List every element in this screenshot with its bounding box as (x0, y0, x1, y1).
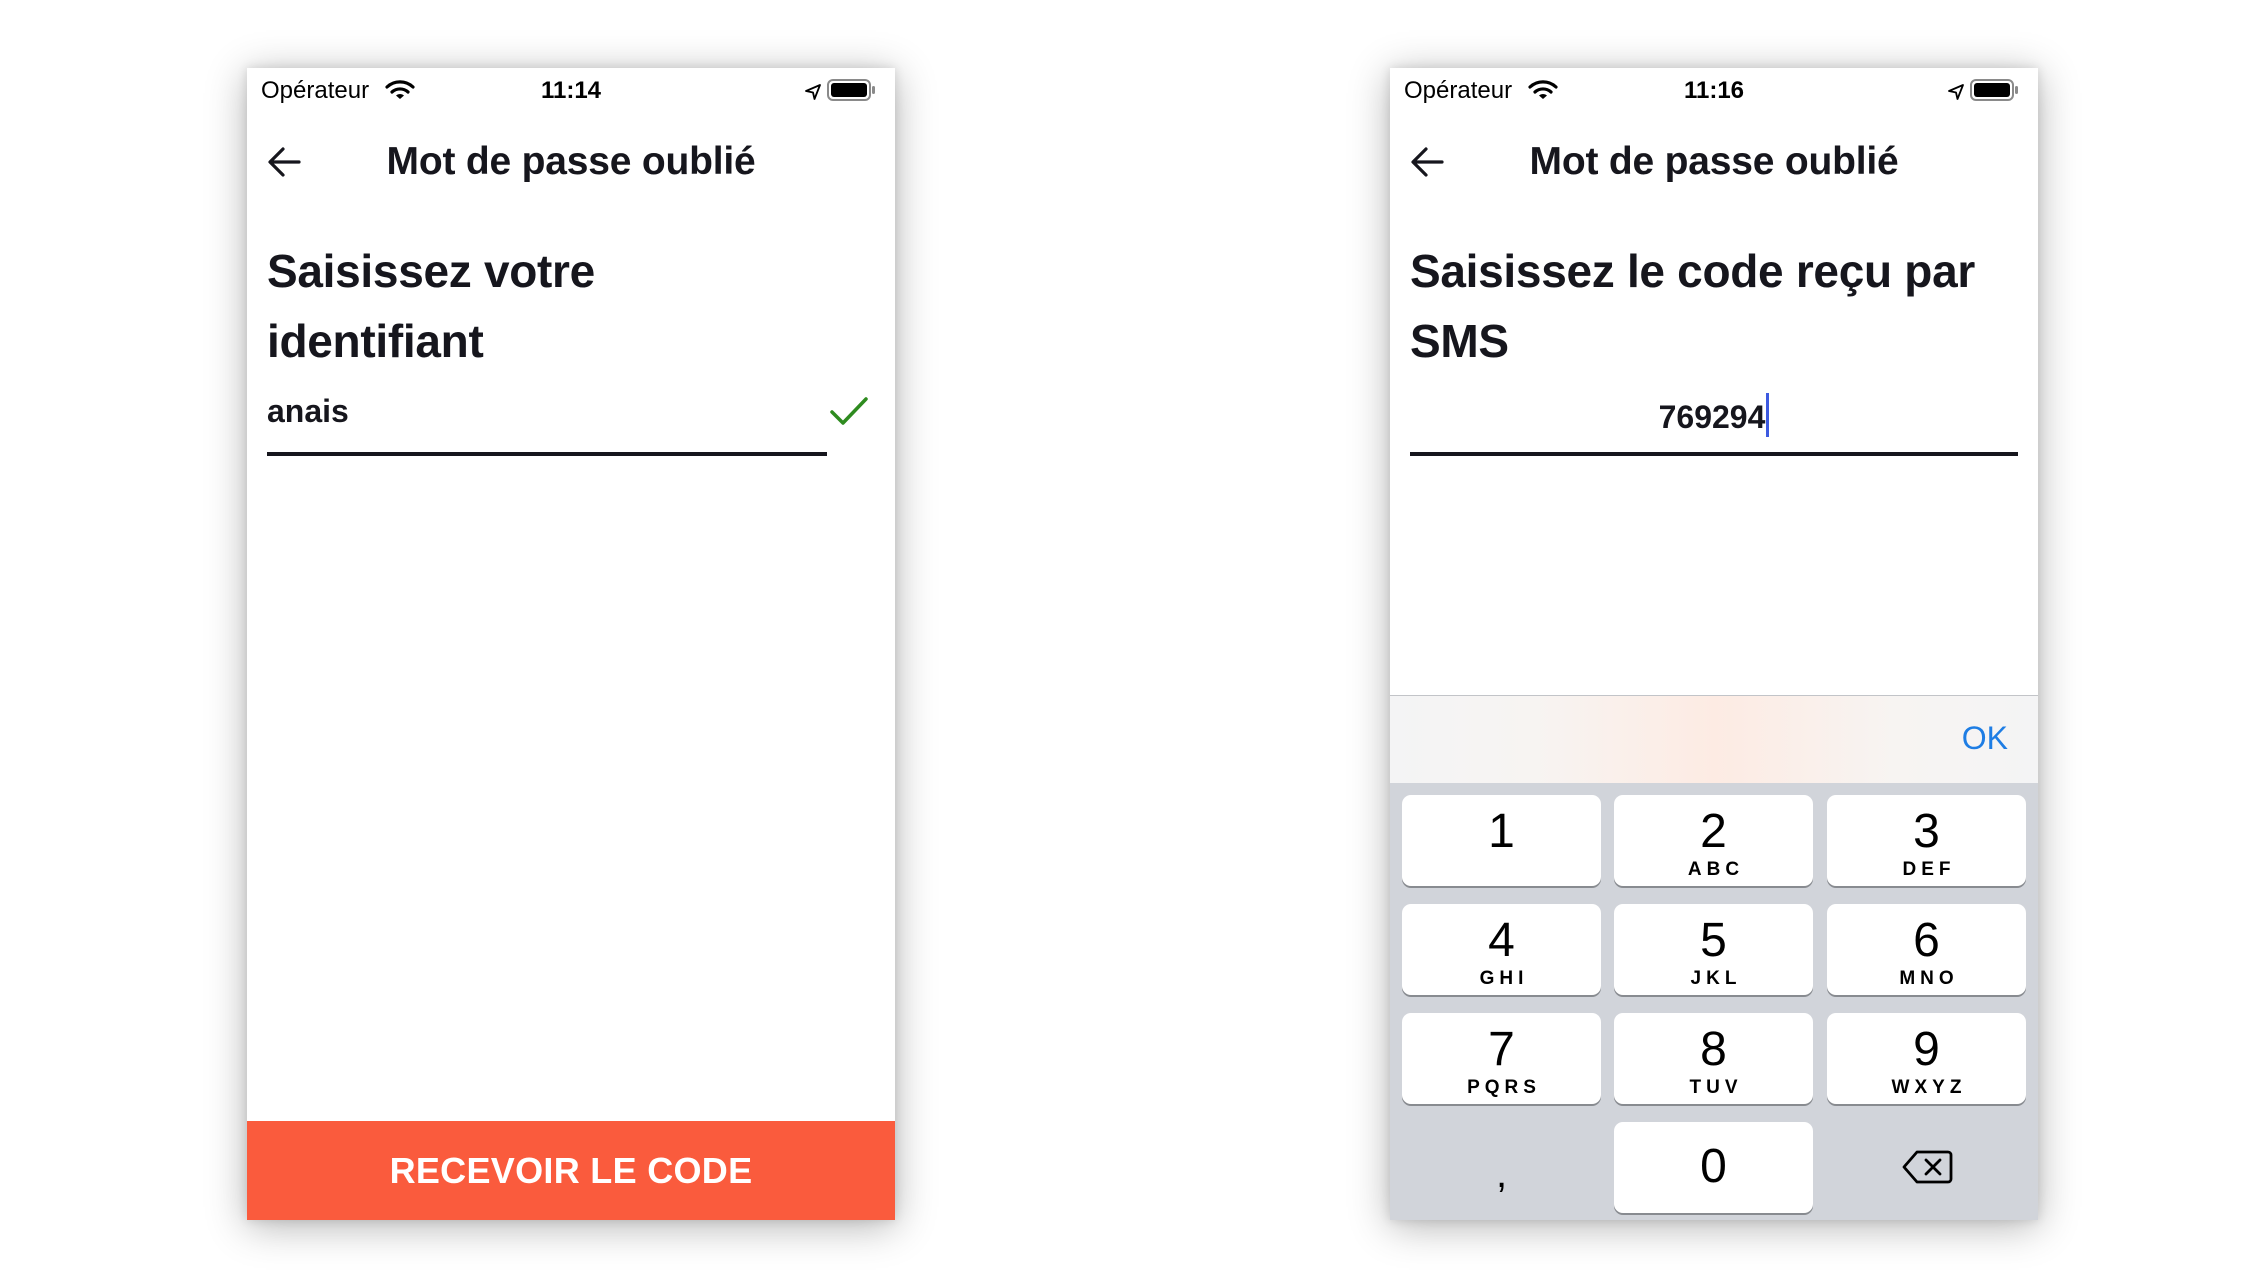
key-letters: JKL (1690, 968, 1742, 989)
key-3[interactable]: 3 DEF (1827, 795, 2026, 886)
key-comma[interactable]: , (1402, 1122, 1601, 1213)
numeric-keyboard: OK 1 2 ABC 3 DEF 4 GHI 5 JKL 6 MNO 7 PQR… (1390, 695, 2038, 1220)
page-title: Mot de passe oublié (386, 140, 756, 183)
location-arrow-icon (804, 80, 822, 108)
battery-icon (827, 78, 877, 109)
key-digit: , (1495, 1152, 1508, 1196)
key-letters: PQRS (1467, 1077, 1541, 1098)
sms-code-value: 769294 (1658, 399, 1766, 435)
step-heading-line2: SMS (1410, 315, 1509, 367)
status-bar: Opérateur 11:16 (1390, 68, 2038, 112)
key-digit: 1 (1488, 805, 1515, 858)
key-digit: 2 (1700, 805, 1727, 858)
key-2[interactable]: 2 ABC (1614, 795, 1813, 886)
sms-code-input-underline (1410, 452, 2018, 456)
key-letters: GHI (1479, 968, 1529, 989)
receive-code-button[interactable]: RECEVOIR LE CODE (247, 1121, 895, 1220)
key-7[interactable]: 7 PQRS (1402, 1013, 1601, 1104)
battery-icon (1970, 78, 2020, 109)
keyboard-accessory-bar: OK (1390, 695, 2038, 783)
key-digit: 4 (1488, 914, 1515, 967)
backspace-icon (1902, 1150, 1952, 1184)
status-time: 11:14 (540, 77, 602, 104)
username-input[interactable]: anais (267, 393, 349, 430)
key-letters: TUV (1689, 1077, 1743, 1098)
step-heading: Saisissez votre identifiant (267, 236, 877, 376)
key-digit: 5 (1700, 914, 1727, 967)
step-heading-line2: identifiant (267, 315, 484, 367)
key-digit: 6 (1913, 914, 1940, 967)
key-1[interactable]: 1 (1402, 795, 1601, 886)
key-6[interactable]: 6 MNO (1827, 904, 2026, 995)
keyboard-ok-button[interactable]: OK (1962, 720, 2008, 757)
key-digit: 8 (1700, 1023, 1727, 1076)
key-digit: 0 (1700, 1140, 1727, 1193)
page-title: Mot de passe oublié (1529, 140, 1899, 183)
key-digit: 3 (1913, 805, 1940, 858)
key-letters: ABC (1687, 859, 1745, 880)
key-digit: 9 (1913, 1023, 1940, 1076)
step-heading: Saisissez le code reçu par SMS (1410, 236, 2020, 376)
step-heading-line1: Saisissez votre (267, 245, 595, 297)
status-bar: Opérateur 11:14 (247, 68, 895, 112)
location-arrow-icon (1947, 80, 1965, 108)
key-letters: MNO (1899, 968, 1959, 989)
phone-screen-username: Opérateur 11:14 Mot de passe oublié Sais… (247, 68, 895, 1220)
sms-code-input[interactable]: 769294 (1410, 393, 2018, 437)
text-caret (1766, 393, 1770, 437)
step-heading-line1: Saisissez le code reçu par (1410, 245, 1975, 297)
key-letters: WXYZ (1891, 1077, 1967, 1098)
key-letters: DEF (1902, 859, 1956, 880)
key-8[interactable]: 8 TUV (1614, 1013, 1813, 1104)
phone-screen-sms-code: Opérateur 11:16 Mot de passe oublié Sais… (1390, 68, 2038, 1220)
checkmark-icon (829, 394, 869, 435)
status-time: 11:16 (1683, 77, 1745, 104)
key-digit: 7 (1488, 1023, 1515, 1076)
key-9[interactable]: 9 WXYZ (1827, 1013, 2026, 1104)
key-0[interactable]: 0 (1614, 1122, 1813, 1213)
key-5[interactable]: 5 JKL (1614, 904, 1813, 995)
username-input-underline (267, 452, 827, 456)
key-delete[interactable] (1827, 1122, 2026, 1213)
key-4[interactable]: 4 GHI (1402, 904, 1601, 995)
